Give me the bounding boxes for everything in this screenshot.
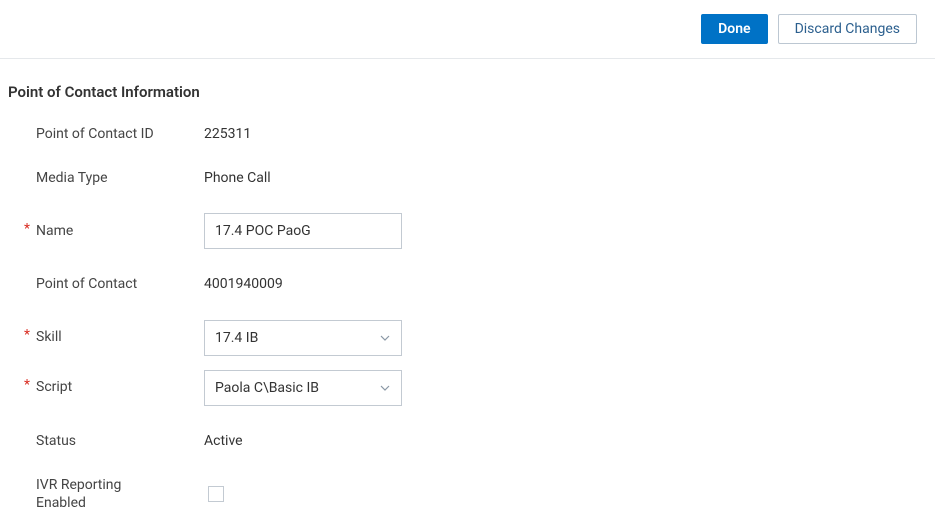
chevron-down-icon (379, 382, 391, 394)
label-media-type: Media Type (36, 169, 108, 187)
required-marker: * (24, 222, 36, 236)
row-ivr-reporting: IVR Reporting Enabled (8, 476, 935, 512)
skill-select-value: 17.4 IB (215, 330, 258, 346)
done-button[interactable]: Done (701, 14, 767, 44)
value-status: Active (204, 433, 243, 449)
required-marker: * (24, 378, 36, 392)
label-skill: Skill (36, 328, 62, 346)
value-poc: 4001940009 (204, 276, 283, 292)
row-skill: * Skill 17.4 IB (8, 320, 935, 356)
name-input[interactable] (204, 213, 402, 249)
ivr-reporting-checkbox[interactable] (208, 486, 224, 502)
value-media-type: Phone Call (204, 170, 271, 186)
row-poc-id: Point of Contact ID 225311 (8, 125, 935, 143)
row-name: * Name (8, 213, 935, 249)
label-name: Name (36, 222, 73, 240)
content-area: Point of Contact Information Point of Co… (0, 59, 935, 512)
label-script: Script (36, 378, 72, 396)
required-marker: * (24, 328, 36, 342)
skill-select[interactable]: 17.4 IB (204, 320, 402, 356)
script-select-value: Paola C\Basic IB (215, 380, 319, 396)
action-bar: Done Discard Changes (0, 0, 935, 58)
row-media-type: Media Type Phone Call (8, 169, 935, 187)
label-poc: Point of Contact (36, 275, 137, 293)
discard-button[interactable]: Discard Changes (778, 14, 917, 44)
label-status: Status (36, 432, 76, 450)
row-poc: Point of Contact 4001940009 (8, 275, 935, 293)
script-select[interactable]: Paola C\Basic IB (204, 370, 402, 406)
row-script: * Script Paola C\Basic IB (8, 370, 935, 406)
section-title: Point of Contact Information (8, 83, 935, 101)
value-poc-id: 225311 (204, 126, 251, 142)
chevron-down-icon (379, 332, 391, 344)
row-status: Status Active (8, 432, 935, 450)
label-poc-id: Point of Contact ID (36, 125, 154, 143)
label-ivr-reporting: IVR Reporting Enabled (36, 476, 146, 512)
